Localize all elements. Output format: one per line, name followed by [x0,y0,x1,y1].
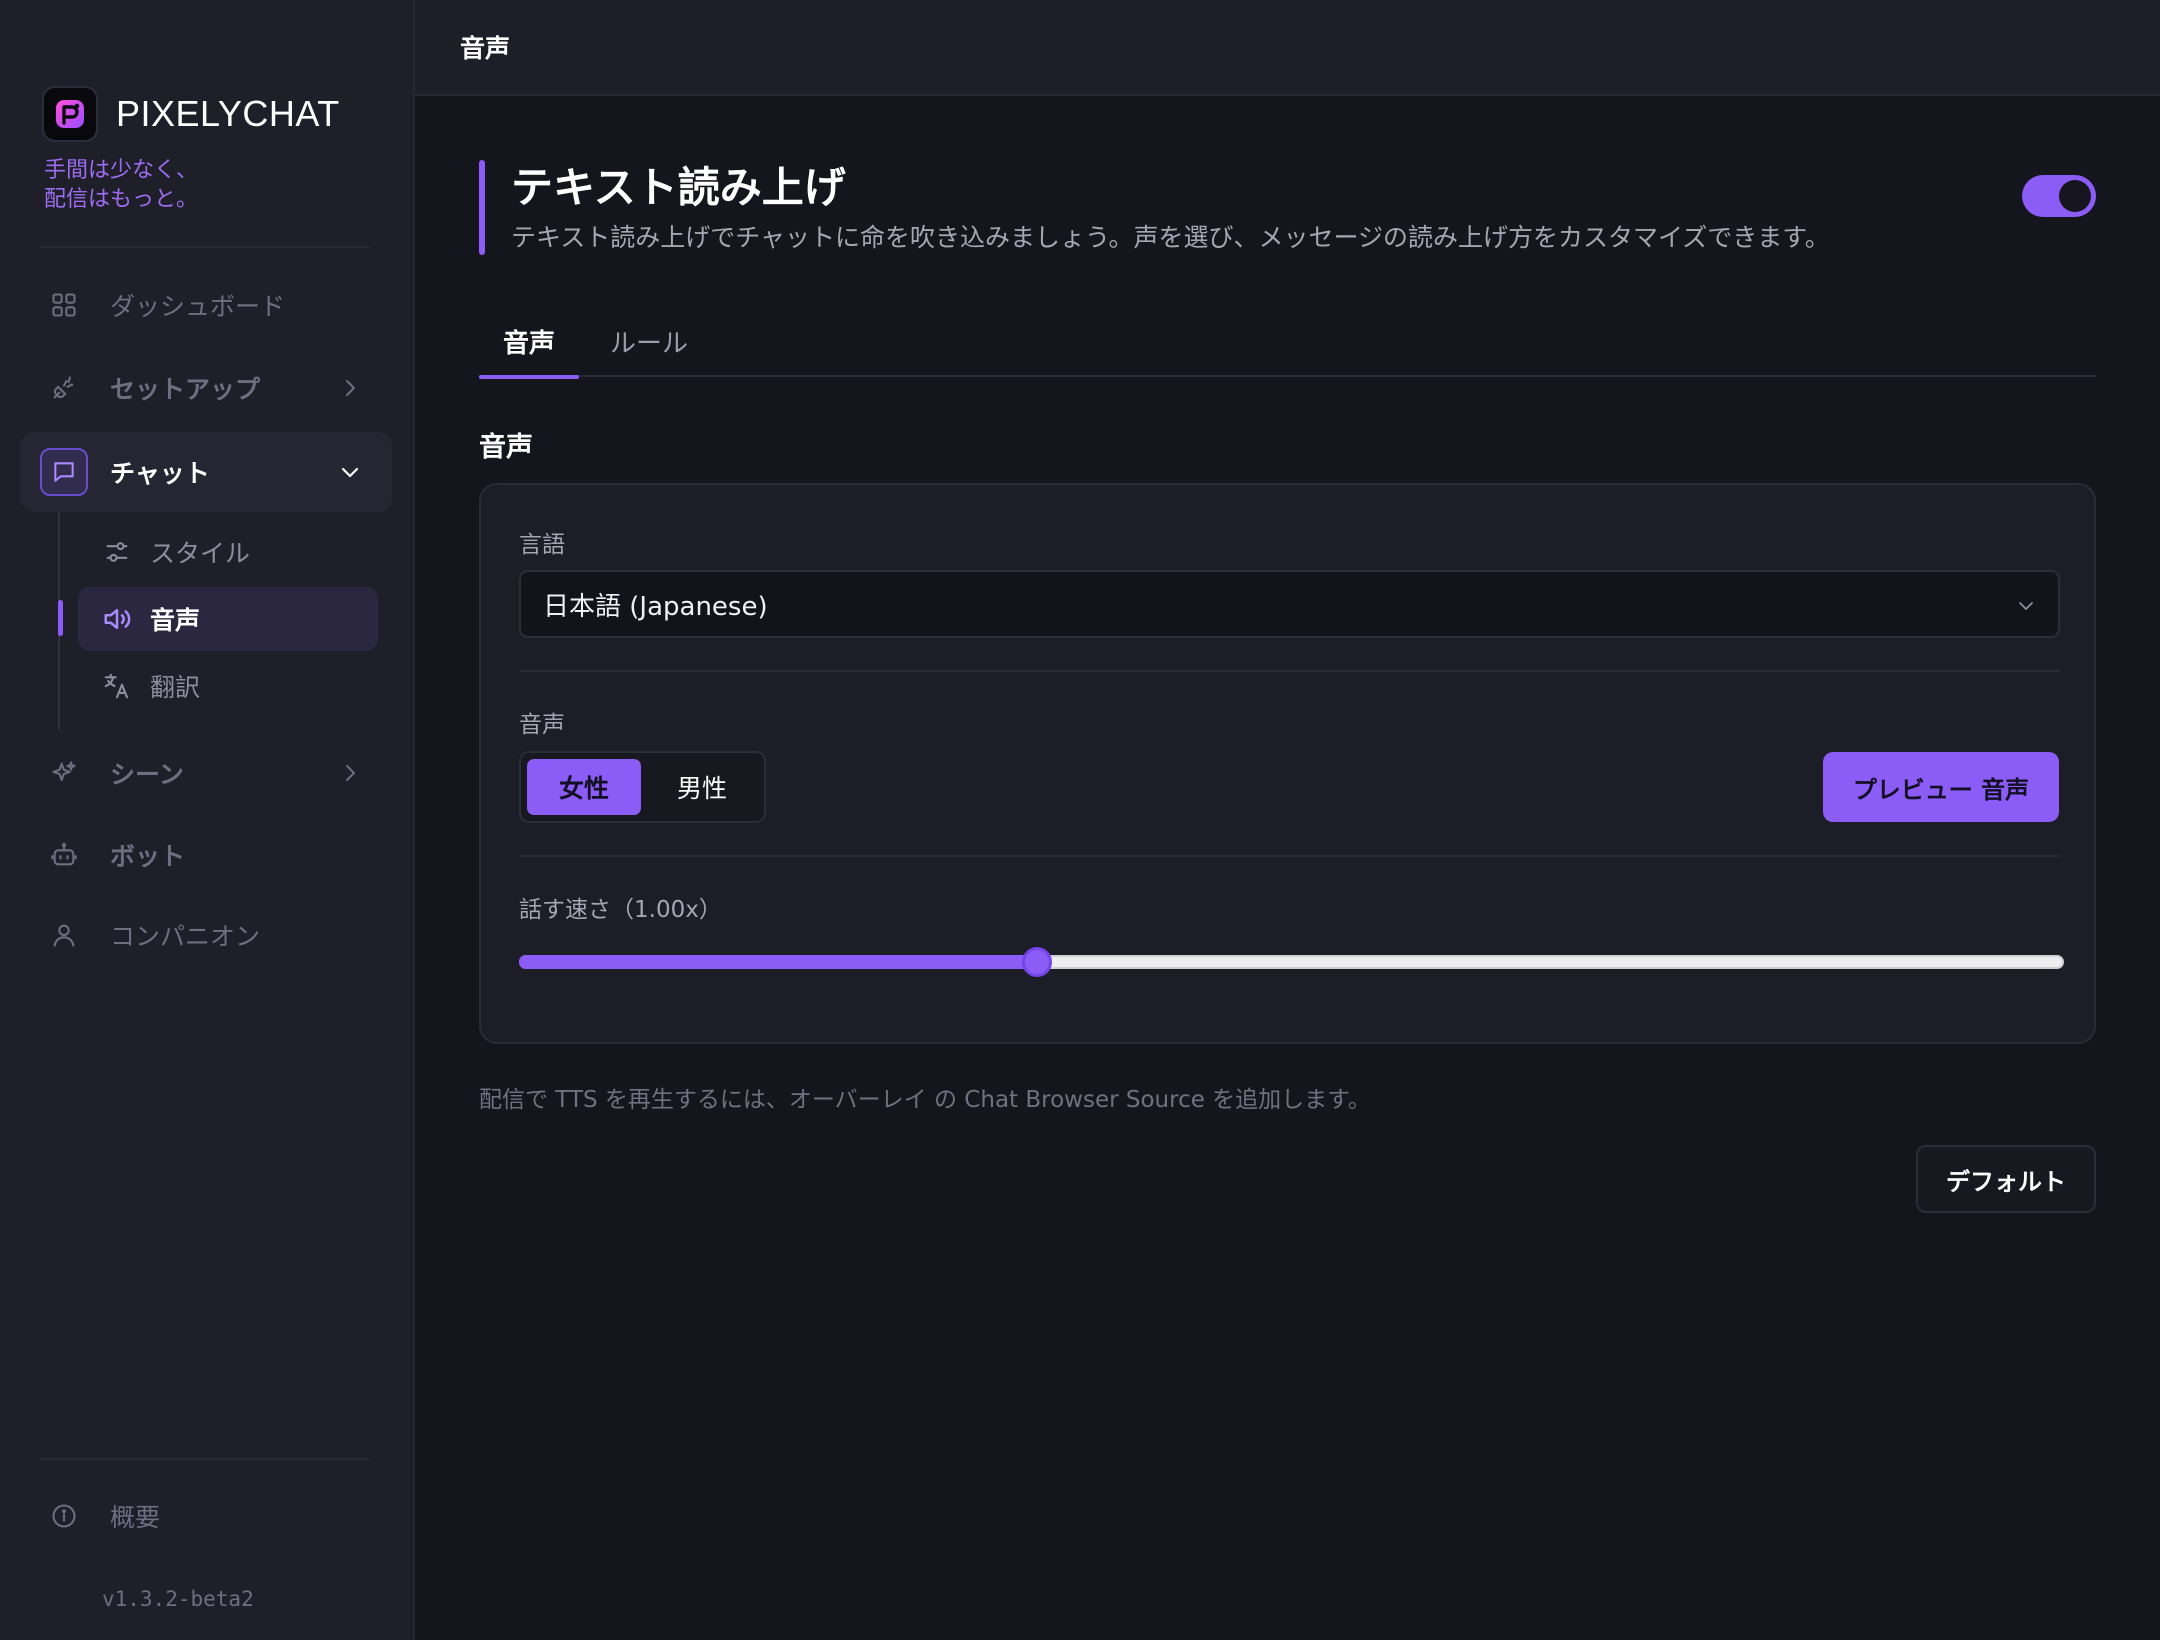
voice-female-button[interactable]: 女性 [527,759,641,815]
sidebar-subitem-label: 翻訳 [150,673,201,702]
speed-slider[interactable] [519,945,2064,979]
sidebar-subitem-translate[interactable]: 翻訳 [78,654,378,718]
voice-gender-toggle: 女性 男性 [519,751,766,823]
tab-voice[interactable]: 音声 [479,305,579,379]
sidebar-item-label: 概要 [110,1503,161,1532]
sidebar-item-label: シーン [110,760,184,789]
language-select[interactable]: 日本語 (Japanese) [519,570,2060,638]
chevron-down-icon [341,467,359,478]
topbar-title: 音声 [460,34,511,63]
chevron-right-icon [346,380,355,396]
pixelychat-logo-icon [42,86,98,142]
sidebar-item-chat[interactable]: チャット [20,432,392,512]
sidebar-item-label: ダッシュボード [110,292,286,321]
sparkles-icon [40,749,88,797]
chevron-right-icon [346,765,355,781]
bot-icon [40,831,88,879]
sidebar-subitem-label: 音声 [150,606,201,635]
topbar: 音声 [415,0,2160,96]
app-window: PIXELYCHAT 手間は少なく、 配信はもっと。 ダッシュボード セットアッ… [0,0,2160,1640]
sidebar-item-label: ボット [110,842,186,871]
tab-bar: 音声 ルール [479,305,2096,379]
sidebar-item-label: チャット [110,459,210,488]
grid-icon [40,281,88,329]
page-description: テキスト読み上げでチャットに命を吹き込みましょう。声を選び、メッセージの読み上げ… [511,223,1830,252]
user-icon [40,911,88,959]
sidebar-subitem-voice[interactable]: 音声 [78,587,378,651]
sidebar-item-about[interactable]: 概要 [20,1476,392,1556]
voice-settings-card: 言語 日本語 (Japanese) 音声 女性 男性 プレビュー 音声 話す速さ… [479,483,2096,1044]
slider-fill [519,955,1037,969]
info-icon [40,1492,88,1540]
section-title: 音声 [479,432,533,463]
sidebar-item-setup[interactable]: セットアップ [20,348,392,428]
plug-icon [40,364,88,412]
main-content: 音声 テキスト読み上げ テキスト読み上げでチャットに命を吹き込みましょう。声を選… [415,0,2160,1640]
speed-label: 話す速さ（1.00x） [519,897,722,923]
chat-icon [40,448,88,496]
speaker-icon [100,602,134,636]
brand-tagline: 手間は少なく、 配信はもっと。 [44,158,199,212]
app-version: v1.3.2-beta2 [102,1587,254,1611]
reset-default-button[interactable]: デフォルト [1916,1145,2096,1213]
sidebar-item-dashboard[interactable]: ダッシュボード [20,265,392,345]
sidebar: PIXELYCHAT 手間は少なく、 配信はもっと。 ダッシュボード セットアッ… [0,0,415,1640]
language-label: 言語 [519,532,565,558]
sidebar-divider [40,246,370,248]
translate-icon [100,669,134,703]
sidebar-subitem-label: スタイル [150,539,251,568]
obs-hint-text: 配信で TTS を再生するには、オーバーレイ の Chat Browser So… [479,1087,1371,1113]
sidebar-subitem-style[interactable]: スタイル [78,520,378,584]
chevron-down-icon [2019,602,2033,610]
sidebar-item-label: コンパニオン [110,922,261,951]
voice-label: 音声 [519,712,565,738]
tts-enable-toggle[interactable] [2022,175,2096,217]
sidebar-item-bot[interactable]: ボット [20,815,392,895]
sidebar-item-label: セットアップ [110,375,261,404]
card-divider [519,855,2060,857]
page-title: テキスト読み上げ [511,163,846,212]
sidebar-divider [40,1458,370,1460]
preview-voice-button[interactable]: プレビュー 音声 [1823,752,2059,822]
card-divider [519,670,2060,672]
header-accent-bar [479,160,485,255]
active-indicator [58,600,63,636]
slider-thumb[interactable] [1021,947,1052,977]
brand[interactable]: PIXELYCHAT [42,86,340,142]
sidebar-item-scene[interactable]: シーン [20,733,392,813]
toggle-knob [2059,180,2091,212]
language-select-value: 日本語 (Japanese) [543,591,768,622]
sliders-icon [100,535,134,569]
tab-rules[interactable]: ルール [607,305,691,377]
brand-name: PIXELYCHAT [116,93,340,134]
sidebar-item-companion[interactable]: コンパニオン [20,895,392,975]
voice-male-button[interactable]: 男性 [645,759,759,815]
